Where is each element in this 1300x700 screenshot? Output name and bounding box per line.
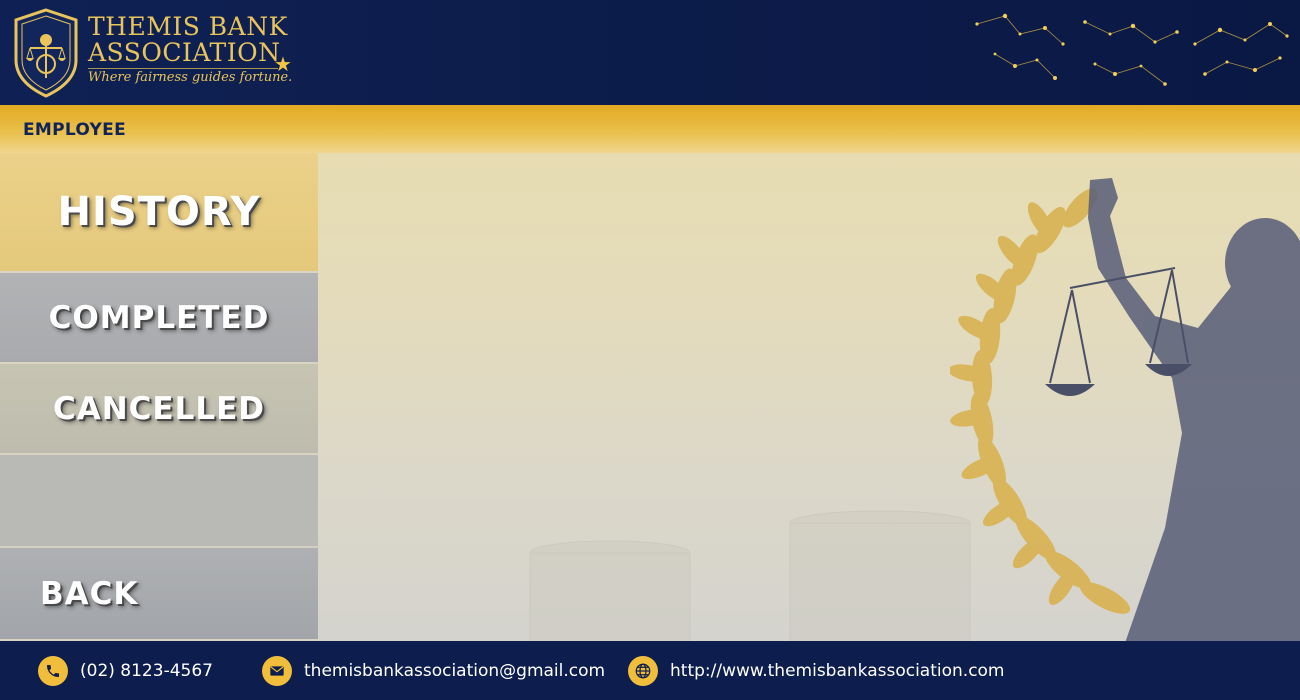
section-bar: EMPLOYEE bbox=[0, 105, 1300, 153]
constellation-graphic bbox=[975, 13, 1289, 86]
sidebar-empty-slot bbox=[0, 455, 318, 548]
back-button-label: BACK bbox=[40, 575, 139, 612]
top-header: THEMIS BANK ASSOCIATION Where fairness g… bbox=[0, 0, 1300, 105]
email-text: themisbankassociation@gmail.com bbox=[304, 661, 606, 681]
tagline: Where fairness guides fortune. bbox=[88, 70, 293, 85]
globe-icon bbox=[628, 656, 658, 686]
footer: (02) 8123-4567 themisbankassociation@gma… bbox=[0, 641, 1300, 700]
sidebar-item-history[interactable]: HISTORY bbox=[0, 153, 318, 273]
sidebar-item-label: HISTORY bbox=[57, 189, 261, 235]
sidebar-item-cancelled[interactable]: CANCELLED bbox=[0, 364, 318, 455]
mail-icon bbox=[262, 656, 292, 686]
footer-email[interactable]: themisbankassociation@gmail.com bbox=[262, 655, 605, 687]
footer-phone[interactable]: (02) 8123-4567 bbox=[38, 655, 213, 687]
phone-icon bbox=[38, 656, 68, 686]
footer-website[interactable]: http://www.themisbankassociation.com bbox=[628, 655, 1005, 687]
coin-stack-background bbox=[529, 510, 971, 641]
lady-justice-graphic bbox=[950, 178, 1300, 641]
brand-name: THEMIS BANK ASSOCIATION bbox=[88, 14, 288, 66]
back-button[interactable]: BACK bbox=[0, 548, 318, 641]
website-text: http://www.themisbankassociation.com bbox=[670, 661, 1005, 681]
sidebar-item-label: CANCELLED bbox=[52, 390, 266, 427]
phone-text: (02) 8123-4567 bbox=[80, 661, 213, 681]
sidebar-item-completed[interactable]: COMPLETED bbox=[0, 273, 318, 364]
brand-name-line1: THEMIS BANK bbox=[88, 12, 288, 41]
sidebar: HISTORY COMPLETED CANCELLED BACK bbox=[0, 153, 318, 641]
star-icon: ★ bbox=[274, 52, 292, 76]
scales-logo-icon bbox=[14, 8, 78, 98]
sidebar-item-label: COMPLETED bbox=[48, 299, 270, 336]
brand-name-line2: ASSOCIATION bbox=[88, 38, 281, 67]
section-title: EMPLOYEE bbox=[23, 120, 126, 140]
brand-divider bbox=[88, 68, 278, 69]
